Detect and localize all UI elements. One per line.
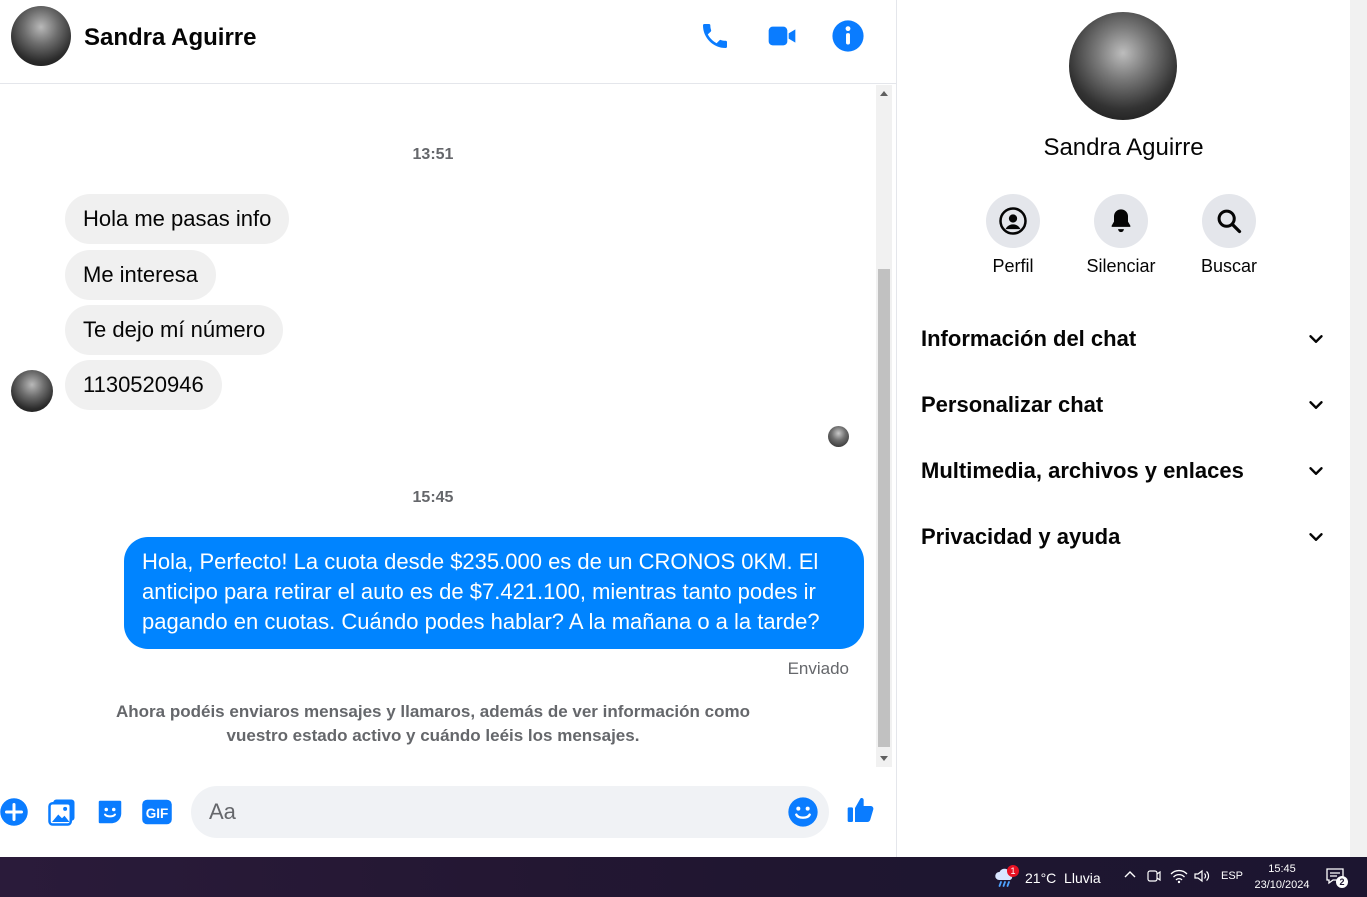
wifi-icon[interactable]: [1170, 868, 1188, 887]
notification-count: 2: [1336, 876, 1348, 888]
scroll-thumb[interactable]: [878, 269, 890, 747]
bell-icon: [1094, 194, 1148, 248]
section-chat-info[interactable]: Información del chat: [921, 314, 1327, 364]
message-input[interactable]: [209, 796, 769, 828]
section-customize-chat[interactable]: Personalizar chat: [921, 380, 1327, 430]
contact-name[interactable]: Sandra Aguirre: [84, 24, 257, 52]
clock-time: 15:45: [1268, 863, 1296, 875]
read-receipt-avatar: [828, 426, 849, 447]
svg-text:GIF: GIF: [146, 806, 169, 821]
section-label: Personalizar chat: [921, 392, 1104, 417]
contact-avatar[interactable]: [11, 6, 71, 66]
speaker-icon[interactable]: [1193, 868, 1211, 887]
chevron-down-icon: [1309, 467, 1323, 475]
messenger-app: Sandra Aguirre 13:51 Hola me pasas info …: [0, 0, 1367, 857]
chevron-down-icon: [1309, 335, 1323, 343]
incoming-message[interactable]: Hola me pasas info: [65, 194, 290, 244]
outgoing-message[interactable]: Hola, Perfecto! La cuota desde $235.000 …: [124, 537, 864, 649]
plus-icon[interactable]: [0, 796, 30, 828]
chevron-down-icon: [1309, 533, 1323, 541]
phone-icon[interactable]: [697, 18, 733, 54]
panel-avatar[interactable]: [1069, 12, 1177, 120]
timestamp: 15:45: [412, 489, 454, 506]
profile-label: Perfil: [992, 256, 1034, 276]
language-indicator[interactable]: ESP: [1221, 870, 1243, 882]
emoji-icon[interactable]: [787, 796, 819, 833]
section-label: Privacidad y ayuda: [921, 524, 1121, 549]
section-label: Información del chat: [921, 326, 1137, 351]
search-button[interactable]: Buscar: [1179, 194, 1279, 277]
clock-date: 23/10/2024: [1254, 879, 1310, 891]
windows-taskbar: 21°C Lluvia 1 ESP 15:45 23/10/2024 2: [0, 857, 1367, 897]
incoming-message[interactable]: 1130520946: [65, 360, 222, 410]
chat-header: Sandra Aguirre: [0, 0, 896, 84]
notification-center-icon[interactable]: 2: [1325, 867, 1348, 888]
info-icon[interactable]: [830, 18, 866, 54]
chevron-up-icon[interactable]: [1123, 868, 1137, 885]
message-status: Enviado: [787, 659, 849, 678]
like-icon[interactable]: [845, 794, 877, 826]
incoming-message[interactable]: Te dejo mí número: [65, 305, 284, 355]
message-list[interactable]: 13:51 Hola me pasas info Me interesa Te …: [0, 85, 875, 767]
mute-label: Silenciar: [1086, 256, 1156, 276]
info-note: Ahora podéis enviaros mensajes y llamaro…: [116, 702, 750, 745]
panel-contact-name: Sandra Aguirre: [1043, 134, 1204, 161]
scroll-down-arrow[interactable]: [880, 756, 888, 761]
chat-panel: Sandra Aguirre 13:51 Hola me pasas info …: [0, 0, 897, 857]
page-scrollbar[interactable]: [1350, 0, 1367, 857]
timestamp: 13:51: [412, 146, 454, 163]
incoming-message[interactable]: Me interesa: [65, 250, 216, 300]
weather-text: 21°C Lluvia: [1025, 870, 1101, 886]
gif-icon[interactable]: GIF: [141, 796, 173, 828]
video-camera-icon[interactable]: [764, 18, 800, 54]
section-label: Multimedia, archivos y enlaces: [921, 458, 1244, 483]
sender-avatar: [11, 370, 53, 412]
composer: GIF: [0, 780, 896, 850]
profile-icon: [986, 194, 1040, 248]
chevron-down-icon: [1309, 401, 1323, 409]
search-icon: [1202, 194, 1256, 248]
mute-button[interactable]: Silenciar: [1071, 194, 1171, 277]
scroll-up-arrow[interactable]: [880, 91, 888, 96]
search-label: Buscar: [1200, 256, 1258, 276]
profile-button[interactable]: Perfil: [963, 194, 1063, 277]
section-privacy-help[interactable]: Privacidad y ayuda: [921, 512, 1327, 562]
section-media-files[interactable]: Multimedia, archivos y enlaces: [921, 446, 1327, 496]
weather-badge: 1: [1007, 865, 1019, 877]
meet-icon[interactable]: [1146, 868, 1162, 887]
chat-scrollbar[interactable]: [876, 85, 892, 767]
photo-icon[interactable]: [46, 796, 78, 828]
conversation-info-panel: Sandra Aguirre Perfil Silenciar Buscar I…: [897, 0, 1350, 857]
sticker-icon[interactable]: [94, 796, 126, 828]
clock[interactable]: 15:45 23/10/2024: [1250, 861, 1314, 893]
message-input-wrap: [191, 786, 829, 838]
